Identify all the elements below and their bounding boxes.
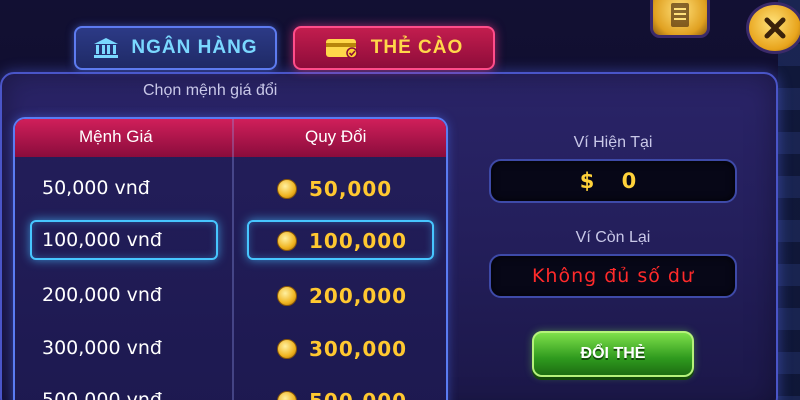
remaining-wallet-value: Không đủ số dư <box>531 265 695 287</box>
exchange-card-button[interactable]: ĐỔI THẺ <box>532 331 694 377</box>
background-strip <box>778 0 800 400</box>
row-exchange-value: 100,000 <box>309 229 408 253</box>
tab-bank-label: NGÂN HÀNG <box>131 37 258 58</box>
row-exchange-value: 50,000 <box>309 177 393 201</box>
current-wallet-value: $ 0 <box>579 169 647 193</box>
row-denomination[interactable]: 500,000 vnđ <box>42 389 162 400</box>
remaining-wallet-field: Không đủ số dư <box>489 254 737 298</box>
denomination-table: Mệnh Giá Quy Đổi 50,000 vnđ 50,000 100,0… <box>13 117 448 400</box>
header-denomination: Mệnh Giá <box>79 127 153 146</box>
coin-icon <box>277 286 297 306</box>
row-exchange[interactable]: 500,000 <box>277 389 407 400</box>
row-exchange[interactable]: 100,000 <box>277 229 407 253</box>
column-divider <box>232 119 234 400</box>
row-exchange-value: 300,000 <box>309 337 408 361</box>
tab-card-label: THẺ CÀO <box>370 37 464 58</box>
choose-denomination-label: Chọn mệnh giá đổi <box>143 82 278 99</box>
row-exchange[interactable]: 50,000 <box>277 177 392 201</box>
coin-icon <box>277 339 297 359</box>
header-exchange: Quy Đổi <box>305 127 367 146</box>
tab-card[interactable]: THẺ CÀO <box>293 26 495 70</box>
row-denomination[interactable]: 50,000 vnđ <box>42 177 150 199</box>
coin-icon <box>277 391 297 400</box>
close-icon[interactable] <box>746 2 800 54</box>
remaining-wallet-label: Ví Còn Lại <box>575 229 651 246</box>
tab-bank[interactable]: NGÂN HÀNG <box>74 26 277 70</box>
row-exchange[interactable]: 300,000 <box>277 337 407 361</box>
card-icon <box>325 39 358 59</box>
row-exchange-value: 500,000 <box>309 389 407 400</box>
row-denomination[interactable]: 200,000 vnđ <box>42 284 162 306</box>
history-icon[interactable] <box>650 0 710 38</box>
table-header: Mệnh Giá Quy Đổi <box>15 119 446 157</box>
coin-icon <box>277 231 297 251</box>
coin-icon <box>277 179 297 199</box>
row-exchange[interactable]: 200,000 <box>277 284 407 308</box>
row-denomination[interactable]: 300,000 vnđ <box>42 337 162 359</box>
current-wallet-label: Ví Hiện Tại <box>573 134 653 151</box>
current-wallet-field: $ 0 <box>489 159 737 203</box>
row-exchange-value: 200,000 <box>309 284 408 308</box>
row-denomination[interactable]: 100,000 vnđ <box>42 229 162 251</box>
bank-icon <box>94 38 119 58</box>
